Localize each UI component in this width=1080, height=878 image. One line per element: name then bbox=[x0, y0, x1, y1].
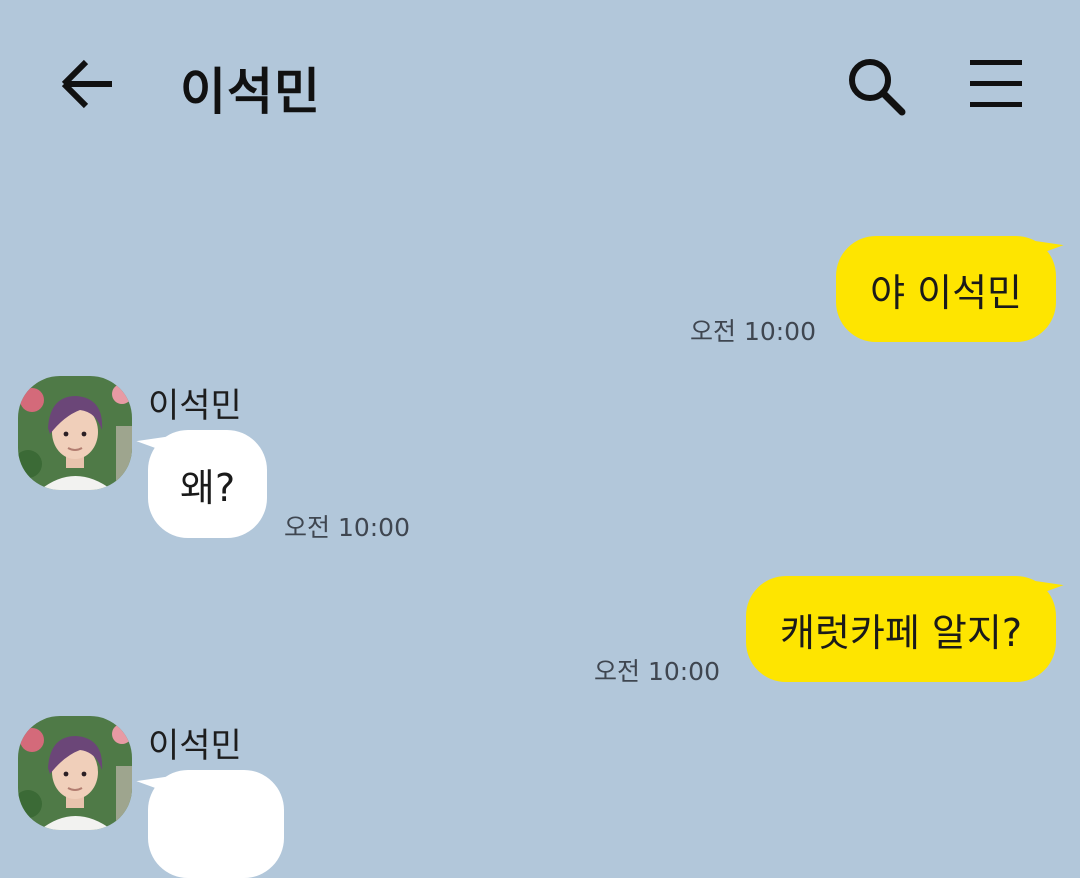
search-button[interactable] bbox=[846, 56, 906, 116]
message-text: 캐럿카페 알지? bbox=[779, 610, 1022, 655]
profile-photo bbox=[18, 376, 132, 490]
profile-photo bbox=[18, 716, 132, 830]
back-button[interactable] bbox=[58, 56, 118, 112]
sender-name: 이석민 bbox=[148, 386, 242, 426]
search-icon bbox=[849, 59, 906, 116]
outgoing-message[interactable]: 야 이석민 bbox=[836, 231, 1064, 342]
menu-button[interactable] bbox=[966, 58, 1026, 110]
avatar[interactable] bbox=[18, 716, 132, 830]
message-time: 오전 10:00 bbox=[284, 513, 410, 542]
message-text: 왜? bbox=[180, 465, 236, 510]
chat-title: 이석민 bbox=[180, 63, 321, 121]
outgoing-message[interactable]: 캐럿카페 알지? bbox=[745, 571, 1064, 682]
bubble-tail bbox=[136, 767, 166, 791]
bubble-tail bbox=[1034, 231, 1064, 255]
sender-name: 이석민 bbox=[148, 726, 242, 766]
avatar[interactable] bbox=[18, 376, 132, 490]
incoming-message[interactable] bbox=[136, 767, 284, 878]
arrow-left-icon bbox=[61, 59, 112, 109]
message-time: 오전 10:00 bbox=[594, 657, 720, 686]
incoming-message[interactable]: 왜? bbox=[136, 427, 268, 538]
chat-header: 이석민 bbox=[0, 0, 1080, 170]
bubble-tail bbox=[1034, 571, 1064, 595]
hamburger-menu-icon bbox=[970, 60, 1022, 107]
message-text: 야 이석민 bbox=[870, 270, 1022, 315]
bubble-tail bbox=[136, 427, 166, 451]
message-time: 오전 10:00 bbox=[690, 317, 816, 346]
